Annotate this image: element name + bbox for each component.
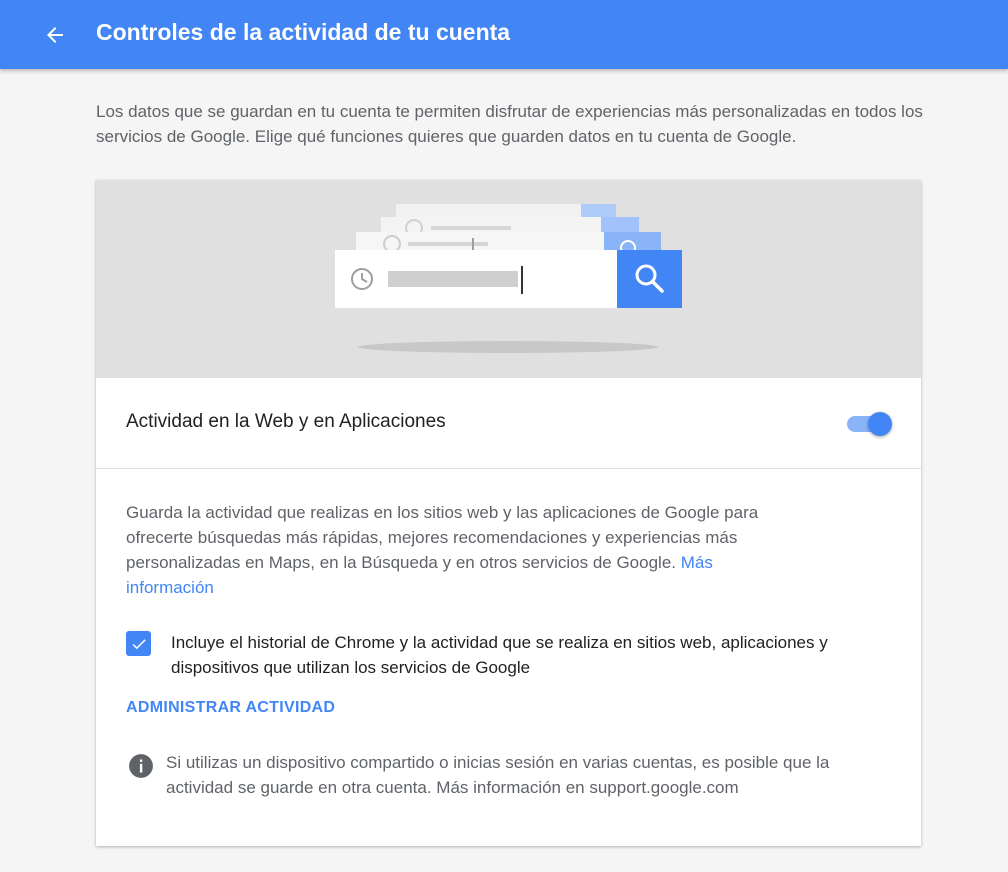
description-text: Guarda la actividad que realizas en los … (126, 503, 759, 572)
activity-card: Actividad en la Web y en Aplicaciones Gu… (96, 180, 921, 846)
back-button[interactable] (40, 20, 70, 50)
activity-toggle[interactable] (847, 412, 893, 436)
info-icon (129, 754, 153, 778)
chrome-history-checkbox[interactable] (126, 631, 151, 656)
search-history-illustration (335, 204, 682, 353)
check-icon (132, 638, 146, 649)
search-illustration (96, 180, 921, 378)
arrow-left-icon (47, 27, 63, 43)
intro-text: Los datos que se guardan en tu cuenta te… (96, 102, 923, 146)
setting-title: Actividad en la Web y en Aplicaciones (126, 411, 446, 432)
checkbox-label: Incluye el historial de Chrome y la acti… (171, 633, 828, 677)
toggle-thumb (868, 412, 892, 436)
setting-description: Guarda la actividad que realizas en los … (126, 500, 796, 600)
app-bar: Controles de la actividad de tu cuenta (0, 0, 1008, 69)
manage-activity-button[interactable]: ADMINISTRAR ACTIVIDAD (126, 699, 335, 717)
page-title: Controles de la actividad de tu cuenta (96, 19, 511, 45)
shared-device-info: Si utilizas un dispositivo compartido o … (166, 753, 830, 797)
